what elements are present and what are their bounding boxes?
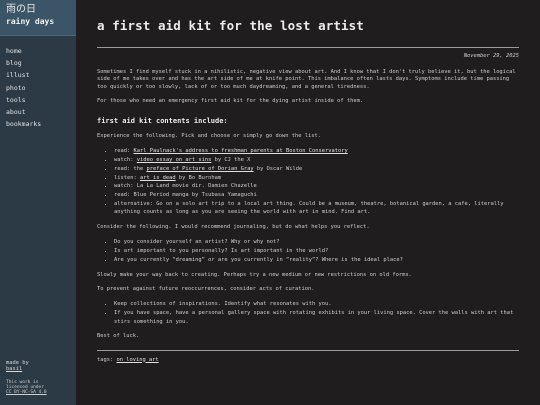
nav-about[interactable]: about [6,106,76,118]
nav-home[interactable]: home [6,45,76,57]
site-title-english[interactable]: rainy days [6,16,70,27]
post-tags: tags: on_loving_art [97,357,519,364]
list-item: read: the preface of Picture of Dorian G… [114,165,519,174]
sidebar-nav: home blog illust photo tools about bookm… [0,45,76,130]
nav-blog[interactable]: blog [6,57,76,69]
author-link[interactable]: basil [6,366,47,372]
sidebar: 雨の日 rainy days home blog illust photo to… [0,0,76,405]
list-item: read: Blue Period manga by Tsubasa Yamag… [114,191,519,200]
kit-list: read: Karl Paulnack's address to freshma… [97,147,519,217]
questions-list: Do you consider yourself an artist? Why … [97,238,519,264]
list-item: Keep collections of inspirations. Identi… [114,300,519,309]
list-item: Are you currently “dreaming” or are you … [114,256,519,265]
list-item: read: Karl Paulnack's address to freshma… [114,147,519,156]
nav-bookmarks[interactable]: bookmarks [6,118,76,130]
kit-link-video-essay[interactable]: video essay on art sins [137,157,212,163]
item-text: by Oscar Wilde [253,165,303,172]
item-text: read: [114,148,134,155]
intro-paragraph: Sometimes I find myself stuck in a nihil… [97,69,516,90]
license-notice: This work is licensed under CC BY-NC-SA … [6,380,47,396]
prevent-paragraph: To prevent against future reoccurrences,… [97,285,315,292]
kit-link-art-is-dead[interactable]: art is dead [140,175,176,181]
closing-paragraph: Best of luck. [97,333,140,340]
site-title-japanese[interactable]: 雨の日 [6,4,70,16]
consider-paragraph: Consider the following. I would recommen… [97,224,370,231]
footer-divider [97,349,519,351]
item-text: alternative: Go on a solo art trip to a … [114,200,504,216]
list-item: Is art important to you personally? Is a… [114,247,519,256]
kit-link-paulnack[interactable]: Karl Paulnack's address to freshman pare… [133,148,347,154]
tags-label: tags: [97,356,117,363]
list-item: watch: La La Land movie dir. Damien Chaz… [114,182,519,191]
item-text: read: Blue Period manga by Tsubasa Yamag… [114,192,257,198]
post-title: a first aid kit for the lost artist [97,18,364,33]
post-main: a first aid kit for the lost artist Nove… [97,0,519,364]
post-date: November 29, 2025 [463,53,519,59]
curation-list: Keep collections of inspirations. Identi… [97,300,519,326]
list-item: listen: art is dead by Bo Burnham [114,174,519,183]
nav-photo[interactable]: photo [6,82,76,94]
item-text: by CJ the X [211,157,251,164]
nav-tools[interactable]: tools [6,94,76,106]
kit-heading: first aid kit contents include: [97,117,228,126]
item-text: by Bo Burnham [175,174,222,181]
list-item: watch: video essay on art sins by CJ the… [114,156,519,165]
title-divider [97,47,519,48]
item-text: listen: [114,174,140,181]
site-title[interactable]: 雨の日 rainy days [0,0,76,36]
nav-illust[interactable]: illust [6,69,76,81]
slowly-paragraph: Slowly make your way back to creating. P… [97,271,412,278]
item-text: watch: La La Land movie dir. Damien Chaz… [114,183,257,190]
experience-paragraph: Experience the following. Pick and choos… [97,133,321,140]
list-item: alternative: Go on a solo art trip to a … [114,200,519,217]
list-item: Do you consider yourself an artist? Why … [114,238,519,247]
for-those-paragraph: For those who need an emergency first ai… [97,97,364,104]
kit-link-dorian-gray[interactable]: preface of Picture of Dorian Gray [146,166,253,172]
item-text: watch: [114,157,137,164]
tag-link[interactable]: on_loving_art [116,357,158,363]
license-link[interactable]: CC BY-NC-SA 4.0 [6,390,47,395]
sidebar-footer: made by basil This work is licensed unde… [6,360,47,395]
item-text: read: the [114,165,147,172]
list-item: If you have space, have a personal galle… [114,309,519,326]
